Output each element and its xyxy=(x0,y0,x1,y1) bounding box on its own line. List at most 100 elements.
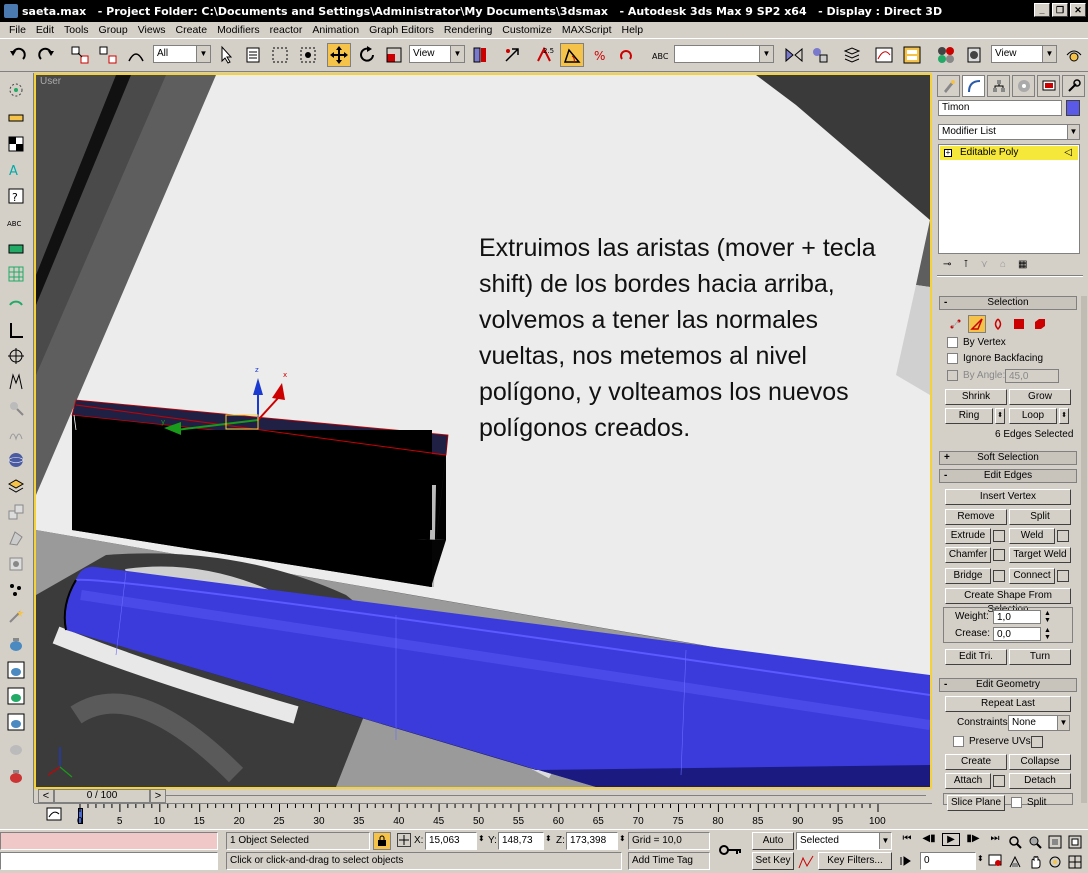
menu-graph-editors[interactable]: Graph Editors xyxy=(364,24,439,36)
percent-snap-icon[interactable]: % xyxy=(588,43,612,67)
weight-spinner-arrows[interactable]: ▲ ▼ xyxy=(1044,610,1051,624)
polygon-level-icon[interactable] xyxy=(1010,315,1028,333)
compound-icon[interactable] xyxy=(5,553,27,575)
select-and-move-icon[interactable] xyxy=(327,43,351,67)
next-frame-icon[interactable]: ▮▶ xyxy=(964,833,982,846)
ring-spinner[interactable]: ⬍ xyxy=(995,408,1005,424)
spinner-snap-icon[interactable] xyxy=(614,43,638,67)
abc-icon[interactable]: ABC xyxy=(5,211,27,233)
mini-curve-editor-icon[interactable] xyxy=(46,806,62,822)
arc-rotate-icon[interactable] xyxy=(1045,852,1064,871)
shrink-button[interactable]: Shrink xyxy=(945,389,1007,405)
soft-selection-rollout-header[interactable]: + Soft Selection xyxy=(939,451,1077,465)
go-to-end-icon[interactable]: ⏭ xyxy=(986,833,1004,846)
extrude-button[interactable]: Extrude xyxy=(945,528,991,544)
target-weld-button[interactable]: Target Weld xyxy=(1009,547,1071,563)
angle-snap-toggle-icon[interactable] xyxy=(560,43,584,67)
loop-button[interactable]: Loop xyxy=(1009,408,1057,424)
teapot-icon[interactable] xyxy=(5,633,27,655)
show-end-result-icon[interactable]: ⊺ xyxy=(963,259,968,270)
object-name-field[interactable]: Timon xyxy=(938,100,1062,116)
select-object-icon[interactable] xyxy=(214,43,238,67)
menu-modifiers[interactable]: Modifiers xyxy=(212,24,265,36)
redo-icon[interactable] xyxy=(34,43,58,67)
zoom-icon[interactable] xyxy=(1005,832,1024,851)
render-scene-icon[interactable] xyxy=(962,43,986,67)
rectangular-selection-icon[interactable] xyxy=(268,43,292,67)
current-frame-field[interactable]: 0 xyxy=(920,852,976,870)
edit-geometry-rollout-header[interactable]: - Edit Geometry xyxy=(939,678,1077,692)
render-teapot-icon[interactable] xyxy=(5,659,27,681)
spring-icon[interactable] xyxy=(5,423,27,445)
menu-reactor[interactable]: reactor xyxy=(265,24,308,36)
x-spinner-icon[interactable]: ⬍ xyxy=(478,834,485,843)
menu-file[interactable]: File xyxy=(4,24,31,36)
edit-tri-button[interactable]: Edit Tri. xyxy=(945,649,1007,665)
maxscript-output-field[interactable] xyxy=(0,852,218,870)
select-by-name-icon[interactable] xyxy=(242,43,266,67)
viewport-user[interactable]: z x y User Extruimos las aristas (mover … xyxy=(34,73,932,789)
connect-settings-icon[interactable] xyxy=(1057,570,1069,582)
selection-filter-select[interactable]: All ▼ xyxy=(153,45,211,63)
time-slider-prev[interactable]: < xyxy=(38,789,54,803)
go-to-start-icon[interactable]: ⏮ xyxy=(898,833,916,846)
expand-icon[interactable]: + xyxy=(944,149,952,157)
preserve-uvs-settings-icon[interactable] xyxy=(1031,736,1043,748)
previous-frame-icon[interactable]: ◀▮ xyxy=(920,833,938,846)
command-panel-scrollbar[interactable] xyxy=(1081,296,1087,803)
repeat-last-button[interactable]: Repeat Last xyxy=(945,696,1071,712)
pin-stack-icon[interactable]: ⊸ xyxy=(943,259,951,270)
unlink-selection-icon[interactable] xyxy=(96,43,120,67)
play-icon[interactable]: ▶ xyxy=(942,833,960,846)
key-filter-icon[interactable] xyxy=(798,854,814,870)
weld-settings-icon[interactable] xyxy=(1057,530,1069,542)
by-angle-spinner[interactable]: 45,0 xyxy=(1005,369,1059,383)
object-color-swatch[interactable] xyxy=(1066,100,1080,116)
bridge-button[interactable]: Bridge xyxy=(945,568,991,584)
wand-icon[interactable] xyxy=(5,605,27,627)
bend-icon[interactable] xyxy=(5,371,27,393)
preserve-uvs-checkbox[interactable] xyxy=(953,736,964,747)
text-shape-icon[interactable]: A xyxy=(5,159,27,181)
measure-icon[interactable] xyxy=(5,107,27,129)
particle-icon[interactable] xyxy=(5,79,27,101)
curve-editor-icon[interactable] xyxy=(872,43,896,67)
render-teapot-2-icon[interactable] xyxy=(5,685,27,707)
crease-spinner-arrows[interactable]: ▲ ▼ xyxy=(1044,627,1051,641)
split-checkbox[interactable] xyxy=(1011,797,1022,808)
element-level-icon[interactable] xyxy=(1031,315,1049,333)
frame-spinner-icon[interactable]: ⬍ xyxy=(977,854,984,863)
weight-spinner[interactable]: 1,0 xyxy=(993,610,1041,624)
slice-plane-button[interactable]: Slice Plane xyxy=(947,795,1005,811)
quick-render-icon[interactable] xyxy=(1062,43,1086,67)
undo-icon[interactable] xyxy=(6,43,30,67)
extrude-settings-icon[interactable] xyxy=(993,530,1005,542)
edit-edges-rollout-header[interactable]: - Edit Edges xyxy=(939,469,1077,483)
track-bar[interactable]: 0 5 10 15 20 25 30 35 40 45 50 55 60 65 70 75 80 85 90 95 10… xyxy=(34,803,932,829)
edge-level-icon[interactable] xyxy=(968,315,986,333)
crosshair-icon[interactable] xyxy=(5,345,27,367)
help-icon[interactable]: ? xyxy=(5,185,27,207)
align-icon[interactable] xyxy=(808,43,832,67)
select-and-link-icon[interactable] xyxy=(68,43,92,67)
connect-button[interactable]: Connect xyxy=(1009,568,1055,584)
border-level-icon[interactable] xyxy=(989,315,1007,333)
close-button[interactable]: ✕ xyxy=(1070,3,1086,17)
menu-create[interactable]: Create xyxy=(171,24,213,36)
split-button[interactable]: Split xyxy=(1009,509,1071,525)
y-coord-field[interactable]: 148,73 xyxy=(498,832,544,850)
time-slider[interactable]: < 0 / 100 > xyxy=(34,789,932,803)
plane-icon[interactable] xyxy=(5,237,27,259)
render-view-select[interactable]: View ▼ xyxy=(991,45,1057,63)
helper-icon[interactable] xyxy=(5,319,27,341)
edit-named-selection-icon[interactable]: ABC xyxy=(648,43,672,67)
reference-coord-select[interactable]: View ▼ xyxy=(409,45,465,63)
set-key-button[interactable]: Set Key xyxy=(752,852,794,870)
weld-button[interactable]: Weld xyxy=(1009,528,1055,544)
select-and-manipulate-icon[interactable] xyxy=(500,43,524,67)
hierarchy-tab-icon[interactable] xyxy=(987,75,1010,97)
minimize-button[interactable]: _ xyxy=(1034,3,1050,17)
menu-help[interactable]: Help xyxy=(617,24,649,36)
y-spinner-icon[interactable]: ⬍ xyxy=(545,834,552,843)
teapot-red-icon[interactable] xyxy=(5,765,27,787)
